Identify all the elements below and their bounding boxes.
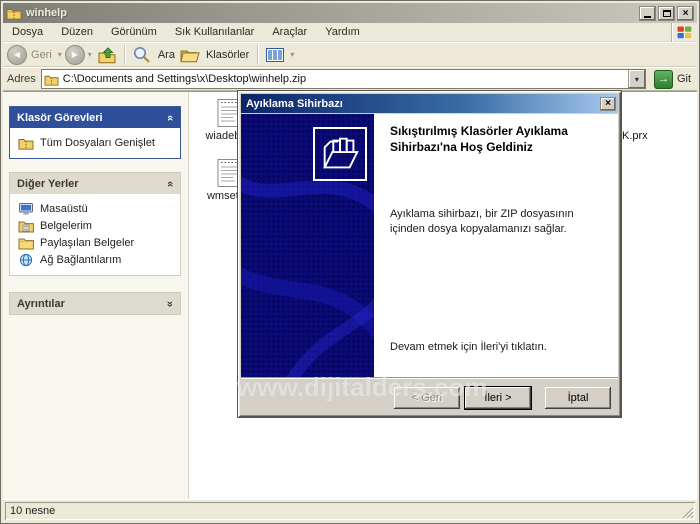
sidebar-item-label: Ağ Bağlantılarım [40,254,121,266]
forward-arrow-icon: ▶ [72,50,78,59]
sidebar-item-desktop[interactable]: Masaüstü [18,200,174,217]
sidebar-item-network-places[interactable]: Ağ Bağlantılarım [18,251,174,268]
go-button-label[interactable]: Git [677,73,691,85]
menu-bar: Dosya Düzen Görünüm Sık Kullanılanlar Ar… [3,23,697,42]
address-bar: Adres C:\Documents and Settings\x\Deskto… [3,67,697,91]
wizard-heading: Sıkıştırılmış Klasörler Ayıklama Sihirba… [390,123,616,155]
chevron-down-icon: ▾ [635,75,639,84]
panel-details: Ayrıntılar « [9,292,181,315]
toolbar-separator [257,45,258,65]
up-folder-button[interactable] [97,45,117,65]
wizard-title: Ayıklama Sihirbazı [246,98,600,110]
close-icon: × [683,8,689,19]
windows-logo-panel [671,23,697,42]
sidebar-item-label: Belgelerim [40,220,92,232]
panel-other-places: Diğer Yerler « Masaüstü [9,172,181,276]
maximize-icon [663,10,671,17]
menu-dosya[interactable]: Dosya [3,24,52,40]
status-bar: 10 nesne [3,499,697,521]
wizard-page: Sıkıştırılmış Klasörler Ayıklama Sihirba… [241,114,618,377]
folders-icon[interactable] [180,45,200,65]
panel-title: Ayrıntılar [17,298,65,310]
wizard-instruction-text: Devam etmek için İleri'yi tıklatın. [390,341,610,353]
zip-folder-icon [6,6,22,20]
wizard-close-button[interactable]: × [600,97,616,111]
wizard-title-bar: Ayıklama Sihirbazı × [241,94,618,113]
go-button[interactable]: → [654,70,673,89]
status-cell: 10 nesne [5,502,695,520]
address-input[interactable]: C:\Documents and Settings\x\Desktop\winh… [41,69,646,89]
zip-folder-icon [18,136,34,150]
sidebar-item-label: Paylaşılan Belgeler [40,237,134,249]
address-label: Adres [7,73,36,85]
chevron-up-icon: « [167,178,173,190]
close-icon: × [605,98,611,109]
views-icon[interactable] [265,45,285,65]
back-button-label[interactable]: Geri [31,49,52,61]
shared-folder-icon [18,236,34,250]
back-arrow-icon: ◀ [14,50,20,59]
sidebar-item-label: Masaüstü [40,203,88,215]
address-value: C:\Documents and Settings\x\Desktop\winh… [63,73,628,85]
search-icon[interactable] [132,45,152,65]
back-dropdown-caret-icon[interactable]: ▾ [58,50,62,59]
network-globe-icon [18,253,34,267]
title-bar: winhelp × [3,3,697,23]
sidebar-item-my-documents[interactable]: Belgelerim [18,217,174,234]
window-controls: × [639,6,694,21]
address-dropdown-button[interactable]: ▾ [628,70,645,88]
documents-folder-icon [18,219,34,233]
extraction-wizard-dialog: Ayıklama Sihirbazı × [237,90,622,418]
chevron-up-icon: « [167,112,173,124]
wizard-folder-graphic-box [313,127,367,181]
toolbar-separator [124,45,125,65]
wizard-banner-panel [241,114,374,377]
panel-title: Diğer Yerler [17,178,79,190]
go-arrow-icon: → [658,73,669,85]
menu-gorunum[interactable]: Görünüm [102,24,166,40]
sidebar-item-shared-documents[interactable]: Paylaşılan Belgeler [18,234,174,251]
menu-sik-kullanilanlar[interactable]: Sık Kullanılanlar [166,24,264,40]
back-button[interactable]: ◀ [7,45,27,65]
window-title: winhelp [26,7,639,19]
wizard-content: Sıkıştırılmış Klasörler Ayıklama Sihirba… [374,114,618,377]
sidebar-item-label: Tüm Dosyaları Genişlet [40,137,155,149]
file-label-partial[interactable]: K.prx [622,130,648,142]
menu-araclar[interactable]: Araçlar [263,24,316,40]
views-dropdown-caret-icon[interactable]: ▾ [290,50,294,59]
panel-details-header[interactable]: Ayrıntılar « [10,293,180,314]
status-text: 10 nesne [10,505,55,517]
sidebar-item-extract-all[interactable]: Tüm Dosyaları Genişlet [18,134,174,151]
task-pane: Klasör Görevleri « Tüm Dosyaları Genişle… [3,92,189,499]
zip-folder-icon [44,73,59,86]
chevron-down-icon: « [167,298,173,310]
toolbar: ◀ Geri ▾ ▶ ▾ Ara Klasörler ▾ [3,42,697,67]
windows-logo-icon [677,25,692,40]
panel-folder-tasks-body: Tüm Dosyaları Genişlet [10,128,180,158]
extract-folder-icon [317,131,363,177]
forward-dropdown-caret-icon[interactable]: ▾ [88,50,92,59]
wizard-body-text: Ayıklama sihirbazı, bir ZIP dosyasının i… [390,207,600,237]
close-button[interactable]: × [677,6,694,21]
maximize-button[interactable] [658,6,675,21]
folders-button-label[interactable]: Klasörler [206,49,249,61]
minimize-icon [644,11,651,18]
panel-folder-tasks: Klasör Görevleri « Tüm Dosyaları Genişle… [9,106,181,159]
search-button-label[interactable]: Ara [158,49,175,61]
watermark-text: www.dijitalders.com [237,372,487,403]
menu-yardim[interactable]: Yardım [316,24,369,40]
forward-button[interactable]: ▶ [65,45,85,65]
panel-folder-tasks-header[interactable]: Klasör Görevleri « [10,107,180,128]
resize-grip[interactable] [681,506,694,519]
panel-other-places-body: Masaüstü Belgelerim [10,194,180,275]
minimize-button[interactable] [639,6,656,21]
desktop-icon [18,202,34,216]
cancel-wizard-button[interactable]: İptal [545,387,611,409]
menu-duzen[interactable]: Düzen [52,24,102,40]
panel-other-places-header[interactable]: Diğer Yerler « [10,173,180,194]
panel-title: Klasör Görevleri [17,112,103,124]
